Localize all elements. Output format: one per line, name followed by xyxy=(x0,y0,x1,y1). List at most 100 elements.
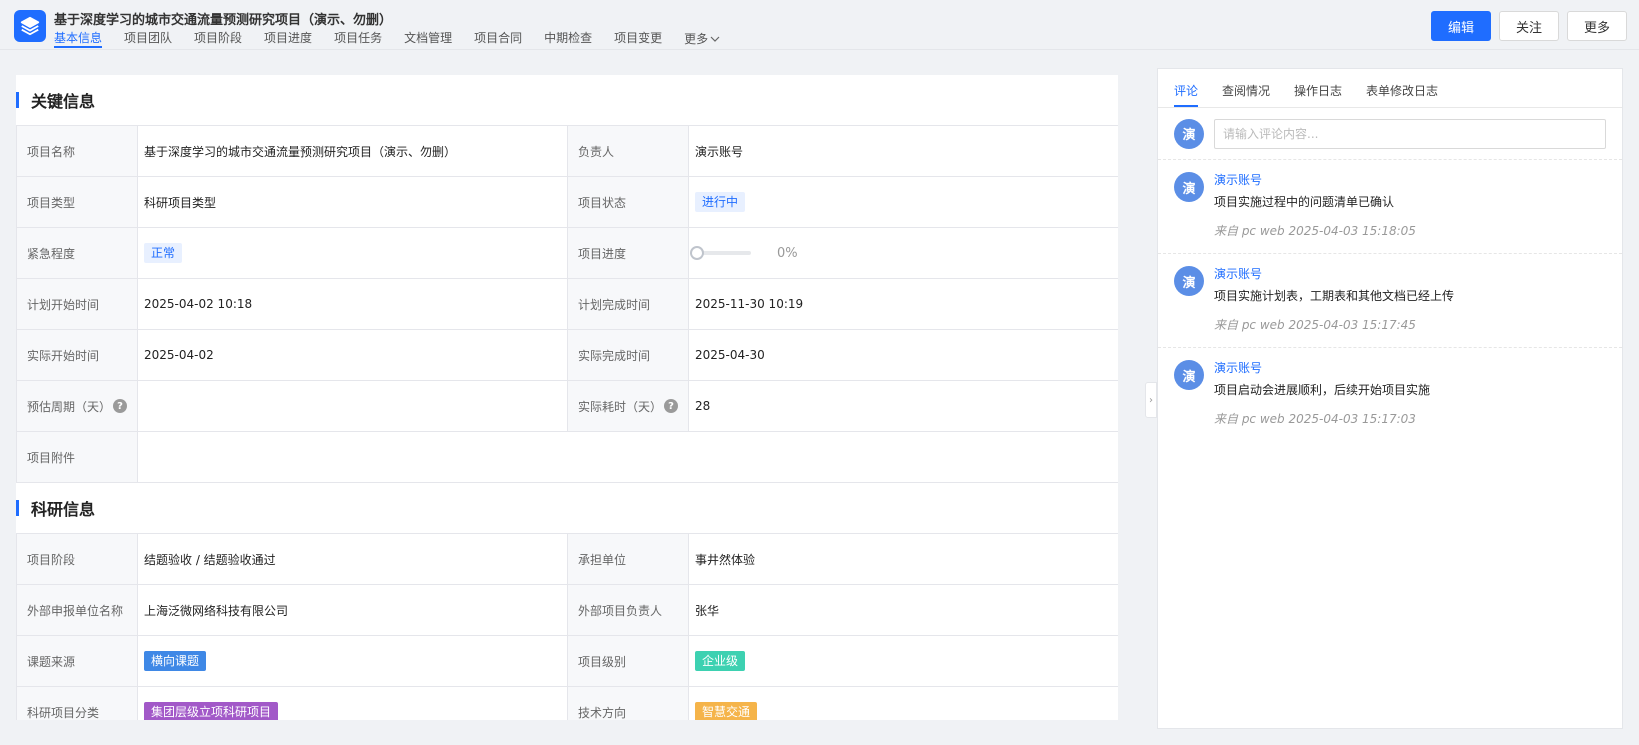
field-label: 项目级别 xyxy=(567,635,689,687)
plan-start-value: 2025-04-02 10:18 xyxy=(137,278,568,330)
comment-meta: 来自 pc web 2025-04-03 15:18:05 xyxy=(1214,224,1416,238)
slider-handle[interactable] xyxy=(690,246,704,260)
progress-text: 0% xyxy=(777,245,798,261)
direction-badge: 智慧交通 xyxy=(695,702,758,720)
table-row: 计划开始时间 2025-04-02 10:18 计划完成时间 2025-11-3… xyxy=(16,278,1118,330)
tab-docs[interactable]: 文档管理 xyxy=(404,30,452,48)
status-badge: 进行中 xyxy=(695,192,746,212)
field-label: 承担单位 xyxy=(567,533,689,585)
tab-contract[interactable]: 项目合同 xyxy=(474,30,522,48)
comment-meta: 来自 pc web 2025-04-03 15:17:45 xyxy=(1214,318,1416,332)
tab-tasks[interactable]: 项目任务 xyxy=(334,30,382,48)
actual-days-label: 实际耗时（天） xyxy=(578,399,663,414)
plan-end-value: 2025-11-30 10:19 xyxy=(688,278,1118,330)
field-label: 外部项目负责人 xyxy=(567,584,689,636)
actual-start-value: 2025-04-02 xyxy=(137,329,568,381)
comment-author[interactable]: 演示账号 xyxy=(1214,266,1454,282)
research-info-table: 项目阶段 结题验收 / 结题验收通过 承担单位 事井然体验 外部申报单位名称 上… xyxy=(16,533,1118,720)
ext-unit-value: 上海泛微网络科技有限公司 xyxy=(137,584,568,636)
layers-icon xyxy=(20,16,40,36)
follow-button[interactable]: 关注 xyxy=(1498,11,1559,41)
category-badge: 集团层级立项科研项目 xyxy=(144,702,279,720)
tab-midterm[interactable]: 中期检查 xyxy=(544,30,592,48)
field-label: 项目进度 xyxy=(567,227,689,279)
section-research-info: 科研信息 xyxy=(16,483,1118,533)
project-name-value: 基于深度学习的城市交通流量预测研究项目（演示、勿删） xyxy=(137,125,568,177)
tab-team[interactable]: 项目团队 xyxy=(124,30,172,48)
direction-cell: 智慧交通 xyxy=(688,686,1118,720)
tab-stage[interactable]: 项目阶段 xyxy=(194,30,242,48)
tab-views[interactable]: 查阅情况 xyxy=(1222,82,1270,107)
comment-author[interactable]: 演示账号 xyxy=(1214,172,1416,188)
progress-cell: 0% xyxy=(688,227,1118,279)
table-row: 科研项目分类 集团层级立项科研项目 技术方向 智慧交通 xyxy=(16,686,1118,720)
comment-item: 演 演示账号 项目实施过程中的问题清单已确认 来自 pc web 2025-04… xyxy=(1158,160,1622,254)
attachment-value[interactable] xyxy=(137,431,1118,483)
field-label: 科研项目分类 xyxy=(16,686,138,720)
avatar: 演 xyxy=(1174,266,1204,296)
top-header: 基于深度学习的城市交通流量预测研究项目（演示、勿删） 基本信息 项目团队 项目阶… xyxy=(0,0,1639,50)
est-days-label: 预估周期（天） xyxy=(27,399,112,414)
help-icon[interactable]: ? xyxy=(113,399,127,413)
tab-progress[interactable]: 项目进度 xyxy=(264,30,312,48)
table-row: 外部申报单位名称 上海泛微网络科技有限公司 外部项目负责人 张华 xyxy=(16,584,1118,636)
table-row: 紧急程度 正常 项目进度 0% xyxy=(16,227,1118,279)
app-logo xyxy=(14,10,46,42)
section-title: 科研信息 xyxy=(31,500,96,519)
side-tabs: 评论 查阅情况 操作日志 表单修改日志 xyxy=(1158,69,1622,108)
field-label: 项目附件 xyxy=(16,431,138,483)
tab-change[interactable]: 项目变更 xyxy=(614,30,662,48)
table-row: 项目类型 科研项目类型 项目状态 进行中 xyxy=(16,176,1118,228)
tab-form-change-log[interactable]: 表单修改日志 xyxy=(1366,82,1438,107)
ext-owner-value: 张华 xyxy=(688,584,1118,636)
field-label: 项目名称 xyxy=(16,125,138,177)
comment-item: 演 演示账号 项目实施计划表，工期表和其他文档已经上传 来自 pc web 20… xyxy=(1158,254,1622,348)
owner-value: 演示账号 xyxy=(688,125,1118,177)
avatar: 演 xyxy=(1174,172,1204,202)
tab-operation-log[interactable]: 操作日志 xyxy=(1294,82,1342,107)
tab-more[interactable]: 更多 xyxy=(684,30,720,48)
field-label: 实际完成时间 xyxy=(567,329,689,381)
header-actions: 编辑 关注 更多 xyxy=(1430,11,1627,41)
side-panel: 评论 查阅情况 操作日志 表单修改日志 演 演 演示账号 项目实施过程中的问题清… xyxy=(1157,68,1623,729)
urgency-badge: 正常 xyxy=(144,243,183,263)
level-cell: 企业级 xyxy=(688,635,1118,687)
more-button[interactable]: 更多 xyxy=(1566,11,1627,41)
nav-tabs: 基本信息 项目团队 项目阶段 项目进度 项目任务 文档管理 项目合同 中期检查 … xyxy=(54,30,742,48)
project-title: 基于深度学习的城市交通流量预测研究项目（演示、勿删） xyxy=(54,13,393,28)
source-cell: 横向课题 xyxy=(137,635,568,687)
tab-basic-info[interactable]: 基本信息 xyxy=(54,30,103,48)
field-label: 计划完成时间 xyxy=(567,278,689,330)
field-label: 项目类型 xyxy=(16,176,138,228)
field-label: 技术方向 xyxy=(567,686,689,720)
avatar: 演 xyxy=(1174,118,1204,149)
table-row: 课题来源 横向课题 项目级别 企业级 xyxy=(16,635,1118,687)
comment-author[interactable]: 演示账号 xyxy=(1214,360,1430,376)
source-badge: 横向课题 xyxy=(144,651,207,671)
section-bar xyxy=(16,500,19,516)
key-info-table: 项目名称 基于深度学习的城市交通流量预测研究项目（演示、勿删） 负责人 演示账号… xyxy=(16,125,1118,483)
table-row: 项目名称 基于深度学习的城市交通流量预测研究项目（演示、勿删） 负责人 演示账号 xyxy=(16,125,1118,177)
collapse-handle[interactable]: › xyxy=(1145,382,1157,418)
table-row: 项目阶段 结题验收 / 结题验收通过 承担单位 事井然体验 xyxy=(16,533,1118,585)
chevron-down-icon xyxy=(710,36,720,42)
table-row: 预估周期（天） ? 实际耗时（天） ? 28 xyxy=(16,380,1118,432)
help-icon[interactable]: ? xyxy=(664,399,678,413)
field-label-actual-days: 实际耗时（天） ? xyxy=(567,380,689,432)
tab-comments[interactable]: 评论 xyxy=(1174,82,1199,107)
progress-slider[interactable] xyxy=(690,246,751,260)
field-label: 外部申报单位名称 xyxy=(16,584,138,636)
field-label: 实际开始时间 xyxy=(16,329,138,381)
comment-text: 项目实施计划表，工期表和其他文档已经上传 xyxy=(1214,289,1455,303)
section-title: 关键信息 xyxy=(31,92,96,111)
main-content: 关键信息 项目名称 基于深度学习的城市交通流量预测研究项目（演示、勿删） 负责人… xyxy=(16,75,1118,720)
comment-body: 演示账号 项目实施计划表，工期表和其他文档已经上传 来自 pc web 2025… xyxy=(1214,266,1454,333)
actual-days-value: 28 xyxy=(688,380,1118,432)
section-key-info: 关键信息 xyxy=(16,75,1118,125)
comment-item: 演 演示账号 项目启动会进展顺利，后续开始项目实施 来自 pc web 2025… xyxy=(1158,348,1622,442)
category-cell: 集团层级立项科研项目 xyxy=(137,686,568,720)
status-cell: 进行中 xyxy=(688,176,1118,228)
edit-button[interactable]: 编辑 xyxy=(1430,11,1491,41)
section-bar xyxy=(16,92,19,108)
comment-input[interactable] xyxy=(1214,118,1606,149)
